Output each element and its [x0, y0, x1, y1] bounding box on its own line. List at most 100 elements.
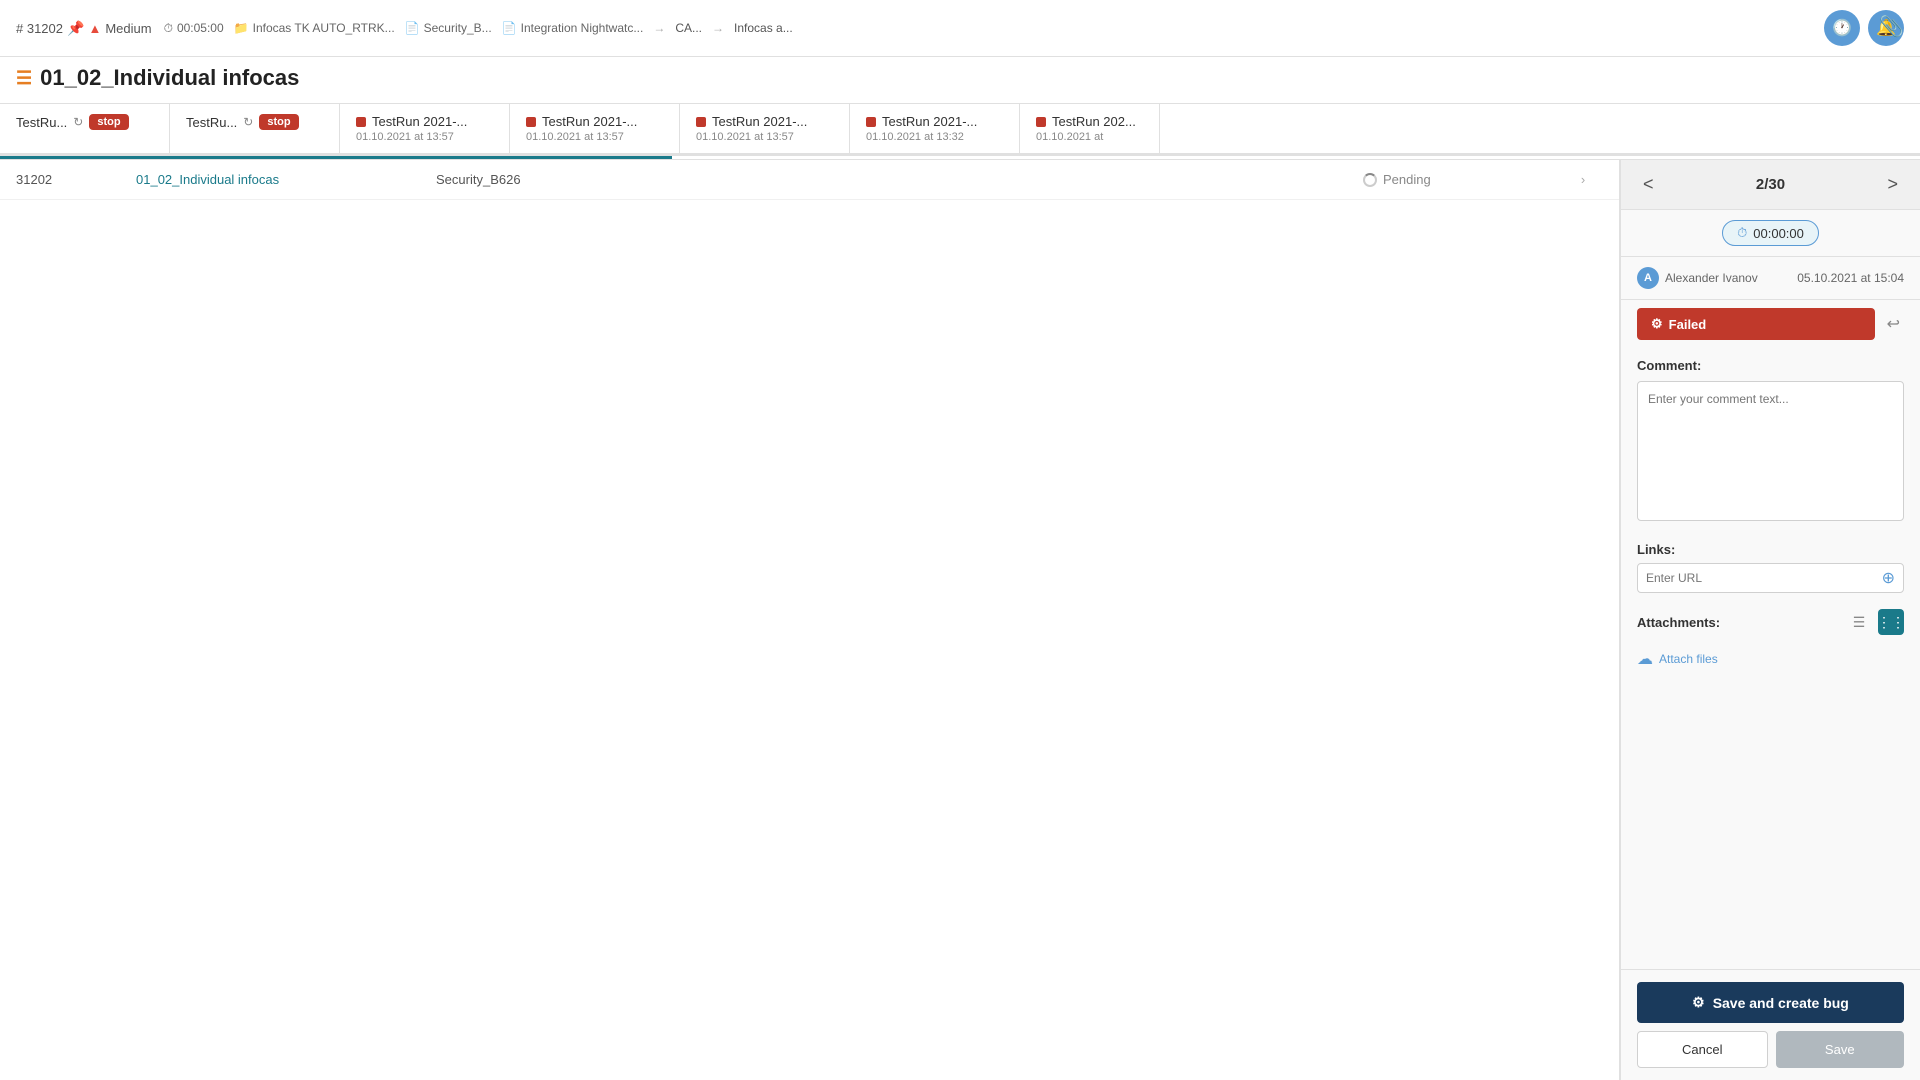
- arrow-sep1: →: [653, 21, 665, 35]
- row-title[interactable]: 01_02_Individual infocas: [136, 172, 436, 187]
- file2-icon: 📄: [502, 21, 517, 35]
- tab-2-stop-button[interactable]: stop: [259, 114, 298, 130]
- tab-4-date: 01.10.2021 at 13:57: [526, 131, 663, 143]
- tab-1-stop-button[interactable]: stop: [89, 114, 128, 130]
- suite2-item: 📄 Integration Nightwatc...: [502, 21, 644, 35]
- row-id: 31202: [16, 172, 136, 187]
- tab-4-name: TestRun 2021-...: [542, 114, 637, 129]
- user-name: Alexander Ivanov: [1665, 271, 1758, 285]
- tab-1-refresh: ↻: [73, 115, 83, 129]
- table-row[interactable]: 31202 01_02_Individual infocas Security_…: [0, 160, 1619, 200]
- failed-row: ⚙ Failed ↩: [1621, 300, 1920, 348]
- user-info: A Alexander Ivanov: [1637, 267, 1758, 289]
- tab-5[interactable]: TestRun 2021-... 01.10.2021 at 13:57: [680, 104, 850, 153]
- page-title-text: 01_02_Individual infocas: [40, 65, 299, 91]
- file-icon: 📄: [405, 21, 420, 35]
- tab-6-stop-icon: [866, 117, 876, 127]
- nav-next-button[interactable]: >: [1881, 172, 1904, 197]
- bug-gear-icon: ⚙: [1692, 994, 1705, 1011]
- row-suite: Security_B626: [436, 172, 1363, 187]
- suite1-item: 📄 Security_B...: [405, 21, 492, 35]
- save-and-create-bug-button[interactable]: ⚙ Save and create bug: [1637, 982, 1904, 1023]
- page-title: ☰ 01_02_Individual infocas: [16, 65, 1904, 91]
- right-nav: < 2/30 >: [1621, 160, 1920, 210]
- comment-section: Comment:: [1621, 348, 1920, 534]
- links-label: Links:: [1637, 542, 1904, 557]
- nav-prev-button[interactable]: <: [1637, 172, 1660, 197]
- row-status: Pending: [1363, 172, 1563, 187]
- user-timestamp: 05.10.2021 at 15:04: [1797, 271, 1904, 285]
- cancel-button[interactable]: Cancel: [1637, 1031, 1768, 1068]
- priority-icon: ▲: [88, 21, 101, 36]
- tab-4[interactable]: TestRun 2021-... 01.10.2021 at 13:57: [510, 104, 680, 153]
- row-chevron[interactable]: ›: [1563, 172, 1603, 187]
- timer-icon: ⏱: [164, 21, 173, 36]
- tab-3-header: TestRun 2021-...: [356, 114, 493, 129]
- tab-1-header: TestRu... ↻ stop: [16, 114, 153, 130]
- project-label: Infocas TK AUTO_RTRK...: [253, 21, 395, 35]
- pin-icon: 📌: [67, 20, 84, 37]
- main-area: 31202 01_02_Individual infocas Security_…: [0, 160, 1920, 1080]
- arrow-sep2: →: [712, 21, 724, 35]
- project-item: 📁 Infocas TK AUTO_RTRK...: [234, 21, 395, 35]
- tab-6-header: TestRun 2021-...: [866, 114, 1003, 129]
- url-add-button[interactable]: ⊕: [1882, 568, 1895, 588]
- suite2-label: Integration Nightwatc...: [521, 21, 644, 35]
- tab-3-name: TestRun 2021-...: [372, 114, 467, 129]
- comment-label: Comment:: [1637, 358, 1904, 373]
- timer-row: ⏱ 00:00:00: [1621, 210, 1920, 257]
- user-row: A Alexander Ivanov 05.10.2021 at 15:04: [1621, 257, 1920, 300]
- comment-textarea[interactable]: [1637, 381, 1904, 521]
- suite1-label: Security_B...: [424, 21, 492, 35]
- tab-6-date: 01.10.2021 at 13:32: [866, 131, 1003, 143]
- save-bug-label: Save and create bug: [1713, 995, 1849, 1011]
- url-input[interactable]: [1646, 571, 1876, 585]
- progress-bar-fill: [0, 156, 672, 159]
- breadcrumb2: Infocas a...: [734, 21, 793, 35]
- tab-7-header: TestRun 202...: [1036, 114, 1143, 129]
- tab-5-header: TestRun 2021-...: [696, 114, 833, 129]
- list-view-button[interactable]: ☰: [1846, 609, 1872, 635]
- attach-label: Attachments:: [1637, 615, 1720, 630]
- tab-7-date: 01.10.2021 at: [1036, 131, 1143, 143]
- header-meta: ⏱ 00:05:00 📁 Infocas TK AUTO_RTRK... 📄 S…: [164, 21, 1812, 36]
- tab-3-stop-icon: [356, 117, 366, 127]
- clock-button[interactable]: 🕐: [1824, 10, 1860, 46]
- spacer: [1621, 683, 1920, 969]
- tab-3[interactable]: TestRun 2021-... 01.10.2021 at 13:57: [340, 104, 510, 153]
- grid-view-button[interactable]: ⋮⋮: [1878, 609, 1904, 635]
- undo-button[interactable]: ↩: [1883, 310, 1904, 338]
- tab-4-stop-icon: [526, 117, 536, 127]
- tab-bar: TestRu... ↻ stop TestRu... ↻ stop TestRu…: [0, 104, 1920, 156]
- tab-6[interactable]: TestRun 2021-... 01.10.2021 at 13:32: [850, 104, 1020, 153]
- tab-7-name: TestRun 202...: [1052, 114, 1136, 129]
- timer-clock-icon: ⏱: [1737, 225, 1747, 241]
- issue-number: # 31202: [16, 21, 63, 36]
- attach-files-label: Attach files: [1659, 652, 1718, 666]
- timer-value: 00:00:00: [1753, 226, 1804, 241]
- tab-5-stop-icon: [696, 117, 706, 127]
- avatar: A: [1637, 267, 1659, 289]
- btn-row: Cancel Save: [1637, 1031, 1904, 1068]
- attach-header: Attachments: ☰ ⋮⋮: [1637, 609, 1904, 635]
- tab-5-date: 01.10.2021 at 13:57: [696, 131, 833, 143]
- nav-counter: 2/30: [1756, 176, 1785, 193]
- tab-2[interactable]: TestRu... ↻ stop: [170, 104, 340, 153]
- failed-gear-icon: ⚙: [1651, 316, 1663, 332]
- tab-5-name: TestRun 2021-...: [712, 114, 807, 129]
- save-button[interactable]: Save: [1776, 1031, 1905, 1068]
- priority-label: Medium: [105, 21, 151, 36]
- duration-item: ⏱ 00:05:00: [164, 21, 224, 36]
- tab-1[interactable]: TestRu... ↻ stop: [0, 104, 170, 156]
- tab-2-header: TestRu... ↻ stop: [186, 114, 323, 130]
- hamburger-icon: ☰: [16, 68, 32, 89]
- attach-files-button[interactable]: ☁ Attach files: [1637, 643, 1718, 675]
- cloud-icon: ☁: [1637, 649, 1653, 669]
- right-panel: < 2/30 > ⏱ 00:00:00 A Alexander Ivanov 0…: [1620, 160, 1920, 1080]
- attachments-section: Attachments: ☰ ⋮⋮ ☁ Attach files: [1621, 601, 1920, 683]
- tab-4-header: TestRun 2021-...: [526, 114, 663, 129]
- attach-icons: ☰ ⋮⋮: [1846, 609, 1904, 635]
- tab-2-name: TestRu...: [186, 115, 237, 130]
- tab-7[interactable]: TestRun 202... 01.10.2021 at: [1020, 104, 1160, 153]
- left-panel: 31202 01_02_Individual infocas Security_…: [0, 160, 1620, 1080]
